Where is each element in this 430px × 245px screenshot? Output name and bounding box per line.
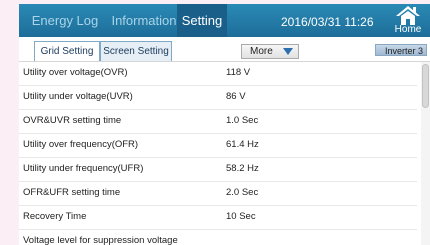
setting-row-ofr: Utility over frequency(OFR) 61.4 Hz <box>19 134 417 158</box>
tab-setting[interactable]: Setting <box>177 4 227 37</box>
setting-row-ufr: Utility under frequency(UFR) 58.2 Hz <box>19 158 417 182</box>
tab-information[interactable]: Information <box>111 4 177 37</box>
home-label: Home <box>394 24 422 35</box>
setting-label: Utility under voltage(UVR) <box>23 91 133 102</box>
sub-navigation-bar: Grid Setting Screen Setting More Inverte… <box>19 37 430 62</box>
setting-value: 118 V <box>226 67 251 78</box>
setting-row-suppression-voltage: Voltage level for suppression voltage <box>19 230 417 245</box>
setting-label: Utility over voltage(OVR) <box>23 67 128 78</box>
tab-energy-log[interactable]: Energy Log <box>19 4 111 37</box>
settings-panel: Energy Log Information Setting 2016/03/3… <box>19 4 430 245</box>
setting-label: Voltage level for suppression voltage <box>23 235 178 245</box>
setting-value: 58.2 Hz <box>226 163 259 174</box>
setting-row-ofr-ufr-time: OFR&UFR setting time 2.0 Sec <box>19 182 417 206</box>
setting-label: Utility over frequency(OFR) <box>23 139 139 150</box>
tab-grid-setting[interactable]: Grid Setting <box>34 41 100 61</box>
home-button[interactable]: Home <box>390 6 426 36</box>
setting-row-recovery-time: Recovery Time 10 Sec <box>19 206 417 230</box>
settings-list: Utility over voltage(OVR) 118 V Utility … <box>19 62 430 245</box>
setting-label: OFR&UFR setting time <box>23 187 121 198</box>
setting-row-uvr: Utility under voltage(UVR) 86 V <box>19 86 417 110</box>
setting-label: Recovery Time <box>23 211 87 222</box>
triangle-down-icon <box>283 48 293 55</box>
setting-value: 86 V <box>226 91 246 102</box>
setting-row-ovr-uvr-time: OVR&UVR setting time 1.0 Sec <box>19 110 417 134</box>
setting-row-ovr: Utility over voltage(OVR) 118 V <box>19 62 417 86</box>
home-icon <box>396 6 420 25</box>
datetime-display: 2016/03/31 11:26 <box>281 15 374 29</box>
setting-value: 1.0 Sec <box>226 115 259 126</box>
inverter-select-button[interactable]: Inverter 3 <box>375 44 427 56</box>
setting-value: 2.0 Sec <box>226 187 259 198</box>
tab-screen-setting[interactable]: Screen Setting <box>100 41 172 61</box>
top-navigation-bar: Energy Log Information Setting 2016/03/3… <box>19 4 430 37</box>
setting-label: Utility under frequency(UFR) <box>23 163 144 174</box>
more-dropdown[interactable]: More <box>241 44 299 59</box>
setting-label: OVR&UVR setting time <box>23 115 122 126</box>
setting-value: 61.4 Hz <box>226 139 259 150</box>
more-label: More <box>250 46 273 57</box>
scrollbar-thumb[interactable] <box>422 64 429 108</box>
setting-value: 10 Sec <box>226 211 256 222</box>
